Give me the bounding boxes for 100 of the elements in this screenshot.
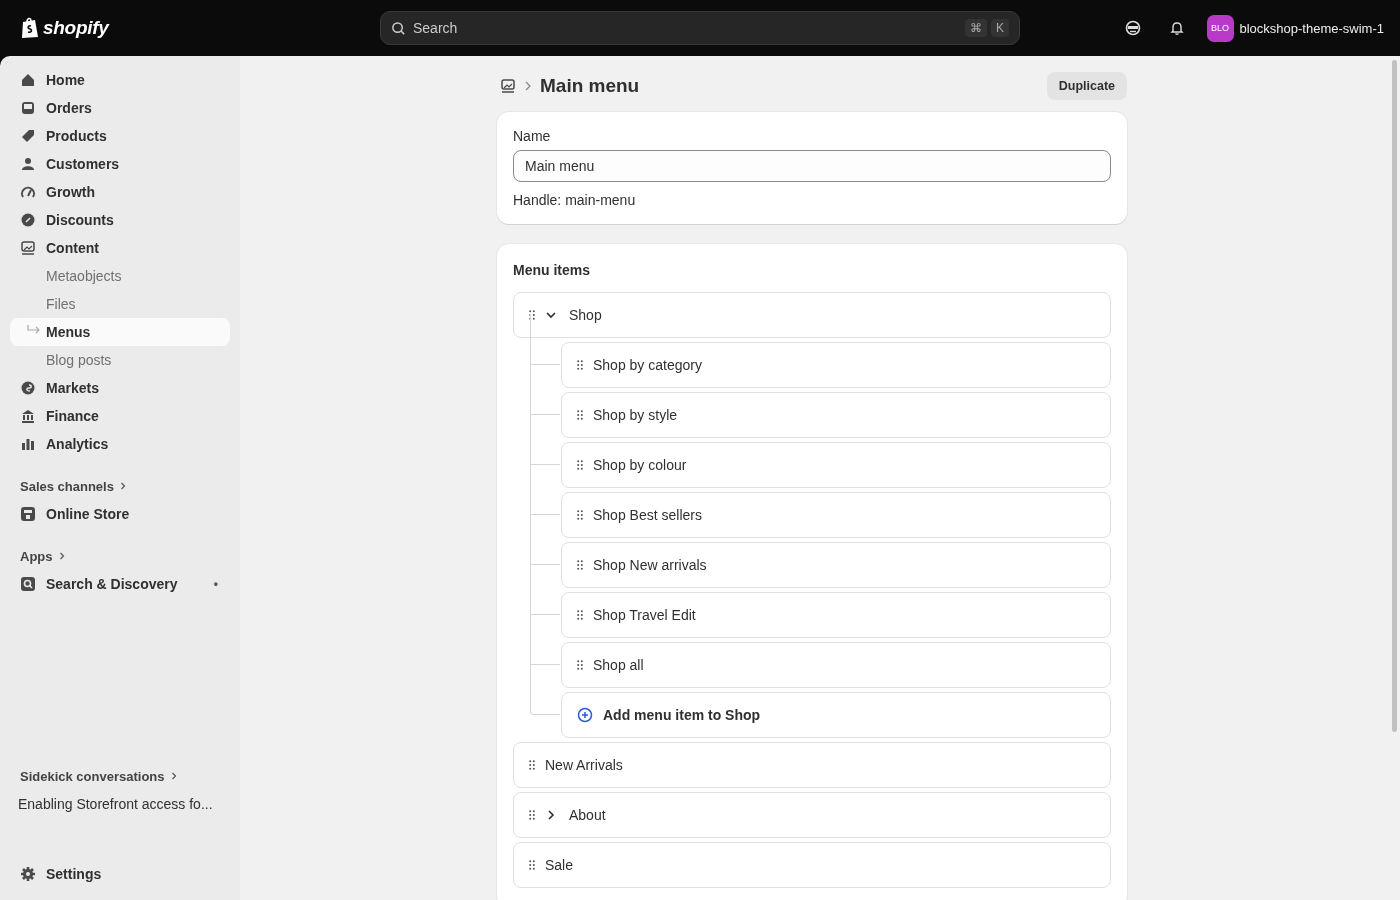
- shortcut-key: ⌘: [965, 19, 987, 37]
- tree-connector: [530, 664, 560, 715]
- menu-item-label: Shop all: [593, 657, 644, 673]
- store-name[interactable]: blockshop-theme-swim-1: [1239, 20, 1384, 36]
- section-heading[interactable]: Apps: [20, 548, 53, 564]
- status-dot: •: [213, 577, 218, 591]
- chevron-down-icon[interactable]: [545, 309, 557, 321]
- drag-handle-icon[interactable]: [529, 810, 535, 820]
- menu-item-label: Shop by category: [593, 357, 702, 373]
- drag-handle-icon[interactable]: [577, 460, 583, 470]
- shortcut-key: K: [991, 19, 1009, 37]
- tree-connector: [530, 414, 560, 465]
- drag-handle-icon[interactable]: [529, 310, 535, 320]
- customers-icon: [20, 156, 36, 172]
- menu-item-row[interactable]: Shop Travel Edit: [561, 592, 1111, 638]
- menu-item-row[interactable]: Shop by category: [561, 342, 1111, 388]
- drag-handle-icon[interactable]: [577, 360, 583, 370]
- nav-item[interactable]: Customers: [10, 150, 230, 178]
- card-heading: Menu items: [513, 262, 591, 278]
- search-field[interactable]: Search ⌘ K: [380, 11, 1020, 45]
- branch-arrow-icon: [27, 325, 41, 335]
- nav-subitem[interactable]: Files: [10, 290, 230, 318]
- conversation-link[interactable]: Enabling Storefront access fo...: [10, 788, 230, 820]
- handle-text: Handle: main-menu: [513, 192, 637, 208]
- menu-item-label: Shop by colour: [593, 457, 687, 473]
- chevron-right-icon[interactable]: [545, 809, 557, 821]
- tree-connector: [530, 314, 560, 365]
- tree-connector: [530, 564, 560, 615]
- store-avatar[interactable]: BLO: [1206, 14, 1234, 42]
- notification-bell-icon[interactable]: [1168, 20, 1185, 36]
- menu-item-label: Shop Best sellers: [593, 507, 702, 523]
- settings-icon: [20, 866, 36, 882]
- menu-item-row[interactable]: Shop by colour: [561, 442, 1111, 488]
- menu-item-label: New Arrivals: [545, 757, 623, 773]
- nav-item[interactable]: Markets: [10, 374, 230, 402]
- home-icon: [20, 72, 36, 88]
- search-icon: [391, 20, 406, 36]
- nav-subitem[interactable]: Blog posts: [10, 346, 230, 374]
- nav-item[interactable]: Finance: [10, 402, 230, 430]
- nav-item[interactable]: Home: [10, 66, 230, 94]
- drag-handle-icon[interactable]: [577, 660, 583, 670]
- breadcrumb-chevron-icon: [524, 81, 532, 91]
- section-heading[interactable]: Sidekick conversations: [20, 768, 165, 784]
- menu-item-row[interactable]: About: [513, 792, 1111, 838]
- add-menu-item-button[interactable]: Add menu item to Shop: [561, 692, 1111, 738]
- search-app-icon: [20, 576, 36, 592]
- drag-handle-icon[interactable]: [577, 510, 583, 520]
- orders-icon: [20, 100, 36, 116]
- menu-item-label: Shop Travel Edit: [593, 607, 696, 623]
- menu-item-row[interactable]: Shop Best sellers: [561, 492, 1111, 538]
- shopping-bag-icon: [20, 17, 40, 39]
- nav-item[interactable]: Online Store: [10, 500, 230, 528]
- nav-subitem[interactable]: Menus: [10, 318, 230, 346]
- menu-item-row[interactable]: Shop all: [561, 642, 1111, 688]
- drag-handle-icon[interactable]: [529, 760, 535, 770]
- plus-circle-icon: [577, 707, 593, 723]
- nav-item[interactable]: Growth: [10, 178, 230, 206]
- nav-subitem[interactable]: Metaobjects: [10, 262, 230, 290]
- storefront-icon: [20, 506, 36, 522]
- nav-item[interactable]: Orders: [10, 94, 230, 122]
- markets-icon: [20, 380, 36, 396]
- tree-connector: [530, 464, 560, 515]
- discounts-icon: [20, 212, 36, 228]
- content-icon[interactable]: [500, 78, 516, 94]
- scrollbar[interactable]: [1392, 60, 1397, 732]
- menu-item-row[interactable]: Shop: [513, 292, 1111, 338]
- menu-item-label: Shop by style: [593, 407, 678, 423]
- field-label: Name: [513, 128, 552, 144]
- nav-item[interactable]: Settings: [10, 860, 230, 888]
- menu-item-label: About: [569, 807, 606, 823]
- menu-item-label: Sale: [545, 857, 574, 873]
- menu-item-row[interactable]: New Arrivals: [513, 742, 1111, 788]
- drag-handle-icon[interactable]: [577, 610, 583, 620]
- drag-handle-icon[interactable]: [577, 560, 583, 570]
- growth-icon: [20, 184, 36, 200]
- nav-item[interactable]: Search & Discovery •: [10, 570, 230, 598]
- analytics-icon: [20, 436, 36, 452]
- brand-logo-text[interactable]: shopify: [43, 17, 109, 39]
- nav-item[interactable]: Content: [10, 234, 230, 262]
- drag-handle-icon[interactable]: [577, 410, 583, 420]
- drag-handle-icon[interactable]: [529, 860, 535, 870]
- menu-item-row[interactable]: Shop New arrivals: [561, 542, 1111, 588]
- content-icon: [20, 240, 36, 256]
- nav-item[interactable]: Discounts: [10, 206, 230, 234]
- tree-connector: [530, 614, 560, 665]
- search-placeholder: Search: [413, 20, 458, 36]
- nav-item[interactable]: Analytics: [10, 430, 230, 458]
- section-heading[interactable]: Sales channels: [20, 478, 114, 494]
- menu-item-row[interactable]: Sale: [513, 842, 1111, 888]
- menu-item-label: Shop: [569, 307, 602, 323]
- finance-icon: [20, 408, 36, 424]
- tree-connector: [530, 364, 560, 415]
- page-title: Main menu: [540, 75, 640, 97]
- tree-connector: [530, 514, 560, 565]
- products-icon: [20, 128, 36, 144]
- duplicate-button[interactable]: Duplicate: [1046, 72, 1127, 100]
- menu-item-row[interactable]: Shop by style: [561, 392, 1111, 438]
- menu-item-label: Shop New arrivals: [593, 557, 707, 573]
- name-input-field[interactable]: Main menu: [513, 150, 1111, 182]
- nav-item[interactable]: Products: [10, 122, 230, 150]
